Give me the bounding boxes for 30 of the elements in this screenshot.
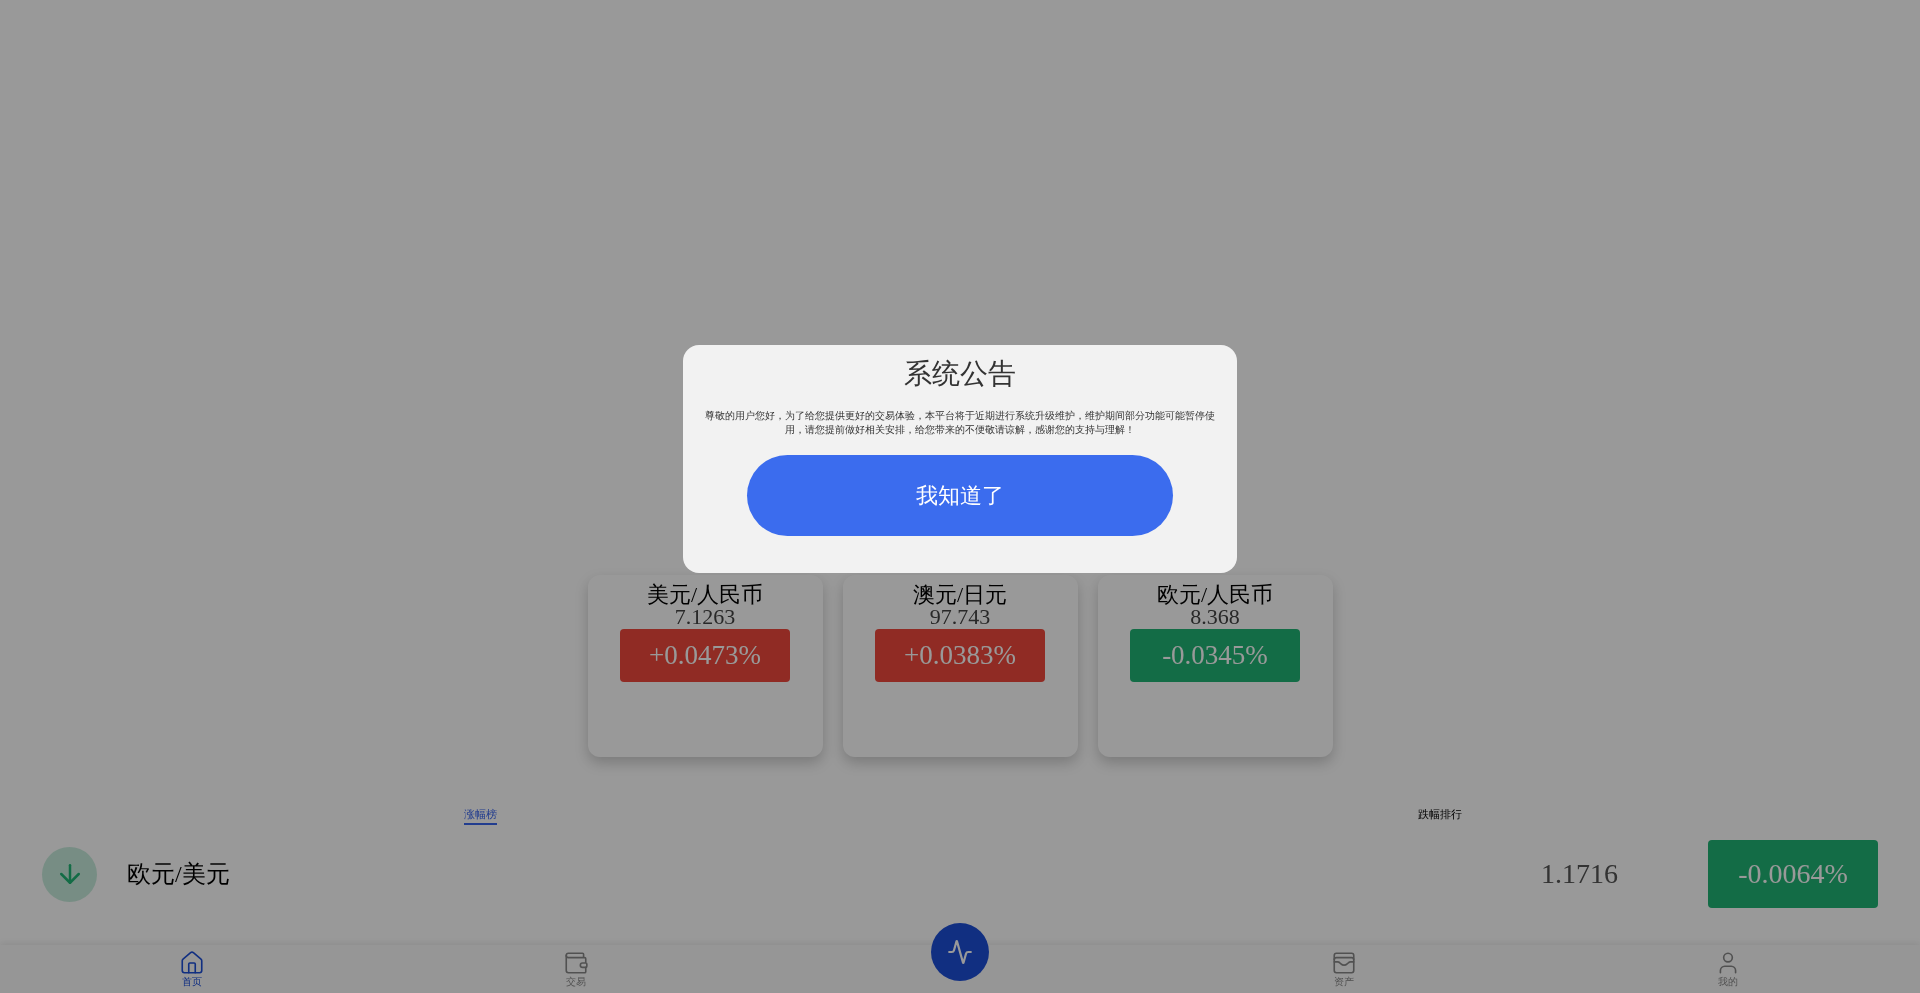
quote-card[interactable]: 美元/人民币 7.1263 +0.0473% [587,575,823,757]
nav-tab[interactable]: 首页 [179,945,205,993]
price-text: 97.743 [929,606,991,628]
pair-name: 澳元/日元 [912,584,1008,606]
pair-name: 欧元/人民币 [1156,584,1274,606]
home-icon [179,950,205,976]
quote-row[interactable]: 欧元/美元 1.1716 -0.0064% [0,839,1920,909]
change-badge: -0.0345% [1130,629,1300,682]
nav-tab[interactable]: 资产 [1331,945,1357,993]
nav-tab[interactable]: 交易 [563,945,589,993]
list-tab[interactable]: 跌幅排行 [1418,805,1462,825]
dialog-title: 系统公告 [904,357,1016,391]
pair-name: 美元/人民币 [646,584,764,606]
quote-card[interactable]: 澳元/日元 97.743 +0.0383% [842,575,1078,757]
list-tab[interactable]: 涨幅榜 [463,805,497,825]
pair-name: 欧元/美元 [127,860,230,889]
nav-tab[interactable]: 我的 [1715,945,1741,993]
pulse-icon [947,939,973,965]
quote-card[interactable]: 欧元/人民币 8.368 -0.0345% [1097,575,1333,757]
price-text: 7.1263 [674,606,736,628]
wallet-icon [1331,950,1357,976]
wallet-icon [563,950,589,976]
dialog-message: 尊敬的用户您好，为了给您提供更好的交易体验，本平台将于近期进行系统升级维护，维护期间部分功能可能暂停使用，请您提前做好相关安排，给您带来的不便敬请谅解，感谢您的支持与理解！ [704,409,1216,437]
confirm-button[interactable]: 我知道了 [747,455,1173,536]
price-text: 8.368 [1190,606,1240,628]
change-badge: +0.0383% [875,629,1045,682]
price-text: 1.1716 [1541,857,1618,891]
change-badge: -0.0064% [1708,840,1878,908]
change-badge: +0.0473% [620,629,790,682]
activity-button[interactable] [931,923,989,981]
